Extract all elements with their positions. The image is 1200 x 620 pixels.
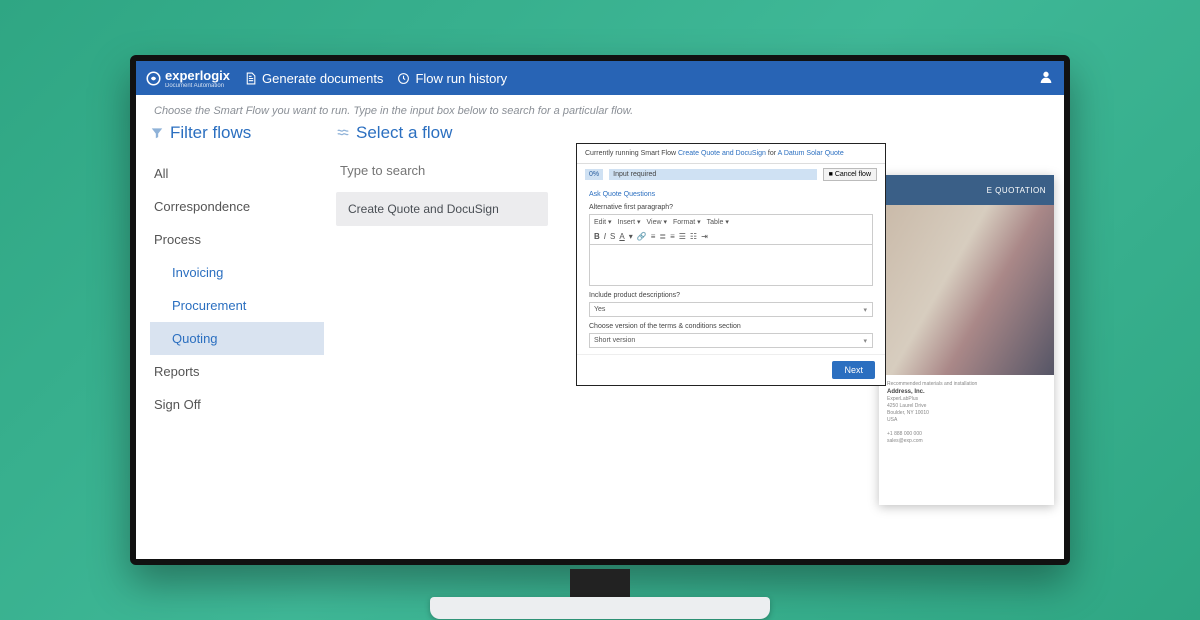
doc-meta: Recommended materials and installation A… <box>879 375 1054 451</box>
indent-icon[interactable]: ⇥ <box>701 232 708 241</box>
waves-icon <box>336 126 350 140</box>
list-ol-icon[interactable]: ☷ <box>690 232 697 241</box>
text-color-icon[interactable]: A <box>619 232 624 241</box>
richtext-input[interactable] <box>589 244 873 286</box>
filter-flows-panel: Filter flows All Correspondence Process … <box>142 123 332 421</box>
filter-flows-title: Filter flows <box>150 123 324 143</box>
filter-item-correspondence[interactable]: Correspondence <box>150 190 324 223</box>
filter-item-sign-off[interactable]: Sign Off <box>150 388 324 421</box>
flow-run-modal: Currently running Smart Flow Create Quot… <box>576 143 886 386</box>
doc-banner: E QUOTATION <box>879 175 1054 205</box>
cancel-flow-button[interactable]: ■ Cancel flow <box>823 168 877 181</box>
question-2-label: Include product descriptions? <box>589 292 873 299</box>
brand-logo[interactable]: experlogix Document Automation <box>146 68 230 89</box>
include-descriptions-select[interactable]: Yes <box>589 302 873 317</box>
app-screen: experlogix Document Automation Generate … <box>136 61 1064 559</box>
align-center-icon[interactable]: ≣ <box>659 232 666 241</box>
richtext-format-bar[interactable]: B I S A ▾ 🔗 ≡ ≣ ≡ ☰ ☷ ⇥ <box>589 229 873 244</box>
document-preview: E QUOTATION Recommended materials and in… <box>879 175 1054 505</box>
modal-heading: Currently running Smart Flow Create Quot… <box>577 144 885 164</box>
align-right-icon[interactable]: ≡ <box>670 232 675 241</box>
modal-flow-link[interactable]: Create Quote and DocuSign <box>678 150 766 157</box>
richtext-menu-bar[interactable]: Edit ▾ Insert ▾ View ▾ Format ▾ Table ▾ <box>589 214 873 229</box>
filter-item-procurement[interactable]: Procurement <box>150 289 324 322</box>
filter-item-reports[interactable]: Reports <box>150 355 324 388</box>
monitor-frame: experlogix Document Automation Generate … <box>130 55 1070 565</box>
brand-name: experlogix <box>165 68 230 83</box>
filter-item-process[interactable]: Process <box>150 223 324 256</box>
page-instruction: Choose the Smart Flow you want to run. T… <box>136 95 1064 123</box>
modal-progress-bar: 0% Input required ■ Cancel flow <box>585 168 877 181</box>
flow-search-input[interactable] <box>336 157 548 184</box>
filter-item-all[interactable]: All <box>150 157 324 190</box>
funnel-icon <box>150 126 164 140</box>
bold-icon[interactable]: B <box>594 232 600 241</box>
italic-icon[interactable]: I <box>604 232 606 241</box>
modal-section-title: Ask Quote Questions <box>589 191 873 198</box>
flow-item[interactable]: Create Quote and DocuSign <box>336 192 548 226</box>
terms-version-select[interactable]: Short version <box>589 333 873 348</box>
select-flow-panel: Select a flow Create Quote and DocuSign <box>332 123 552 421</box>
nav-generate-documents[interactable]: Generate documents <box>244 71 383 86</box>
modal-subject-link[interactable]: A Datum Solar Quote <box>778 150 844 157</box>
document-icon <box>244 72 257 85</box>
monitor-base <box>430 597 770 619</box>
history-icon <box>397 72 410 85</box>
progress-percent: 0% <box>585 169 603 180</box>
link-icon[interactable]: 🔗 <box>637 232 647 241</box>
nav-history-label: Flow run history <box>415 71 507 86</box>
brand-tagline: Document Automation <box>165 83 230 89</box>
filter-item-invoicing[interactable]: Invoicing <box>150 256 324 289</box>
list-ul-icon[interactable]: ☰ <box>679 232 686 241</box>
brand-mark-icon <box>146 71 161 86</box>
next-button[interactable]: Next <box>832 361 875 379</box>
nav-flow-history[interactable]: Flow run history <box>397 71 507 86</box>
select-flow-title: Select a flow <box>336 123 548 143</box>
user-menu[interactable] <box>1038 69 1054 88</box>
filter-item-quoting[interactable]: Quoting <box>150 322 324 355</box>
highlight-icon[interactable]: ▾ <box>629 232 633 241</box>
strike-icon[interactable]: S <box>610 232 615 241</box>
align-left-icon[interactable]: ≡ <box>651 232 656 241</box>
top-navbar: experlogix Document Automation Generate … <box>136 61 1064 95</box>
question-3-label: Choose version of the terms & conditions… <box>589 323 873 330</box>
nav-generate-label: Generate documents <box>262 71 383 86</box>
doc-hero-image <box>879 205 1054 375</box>
question-1-label: Alternative first paragraph? <box>589 204 873 211</box>
progress-status: Input required <box>609 169 817 180</box>
user-icon <box>1038 69 1054 85</box>
monitor-stand <box>570 569 630 599</box>
